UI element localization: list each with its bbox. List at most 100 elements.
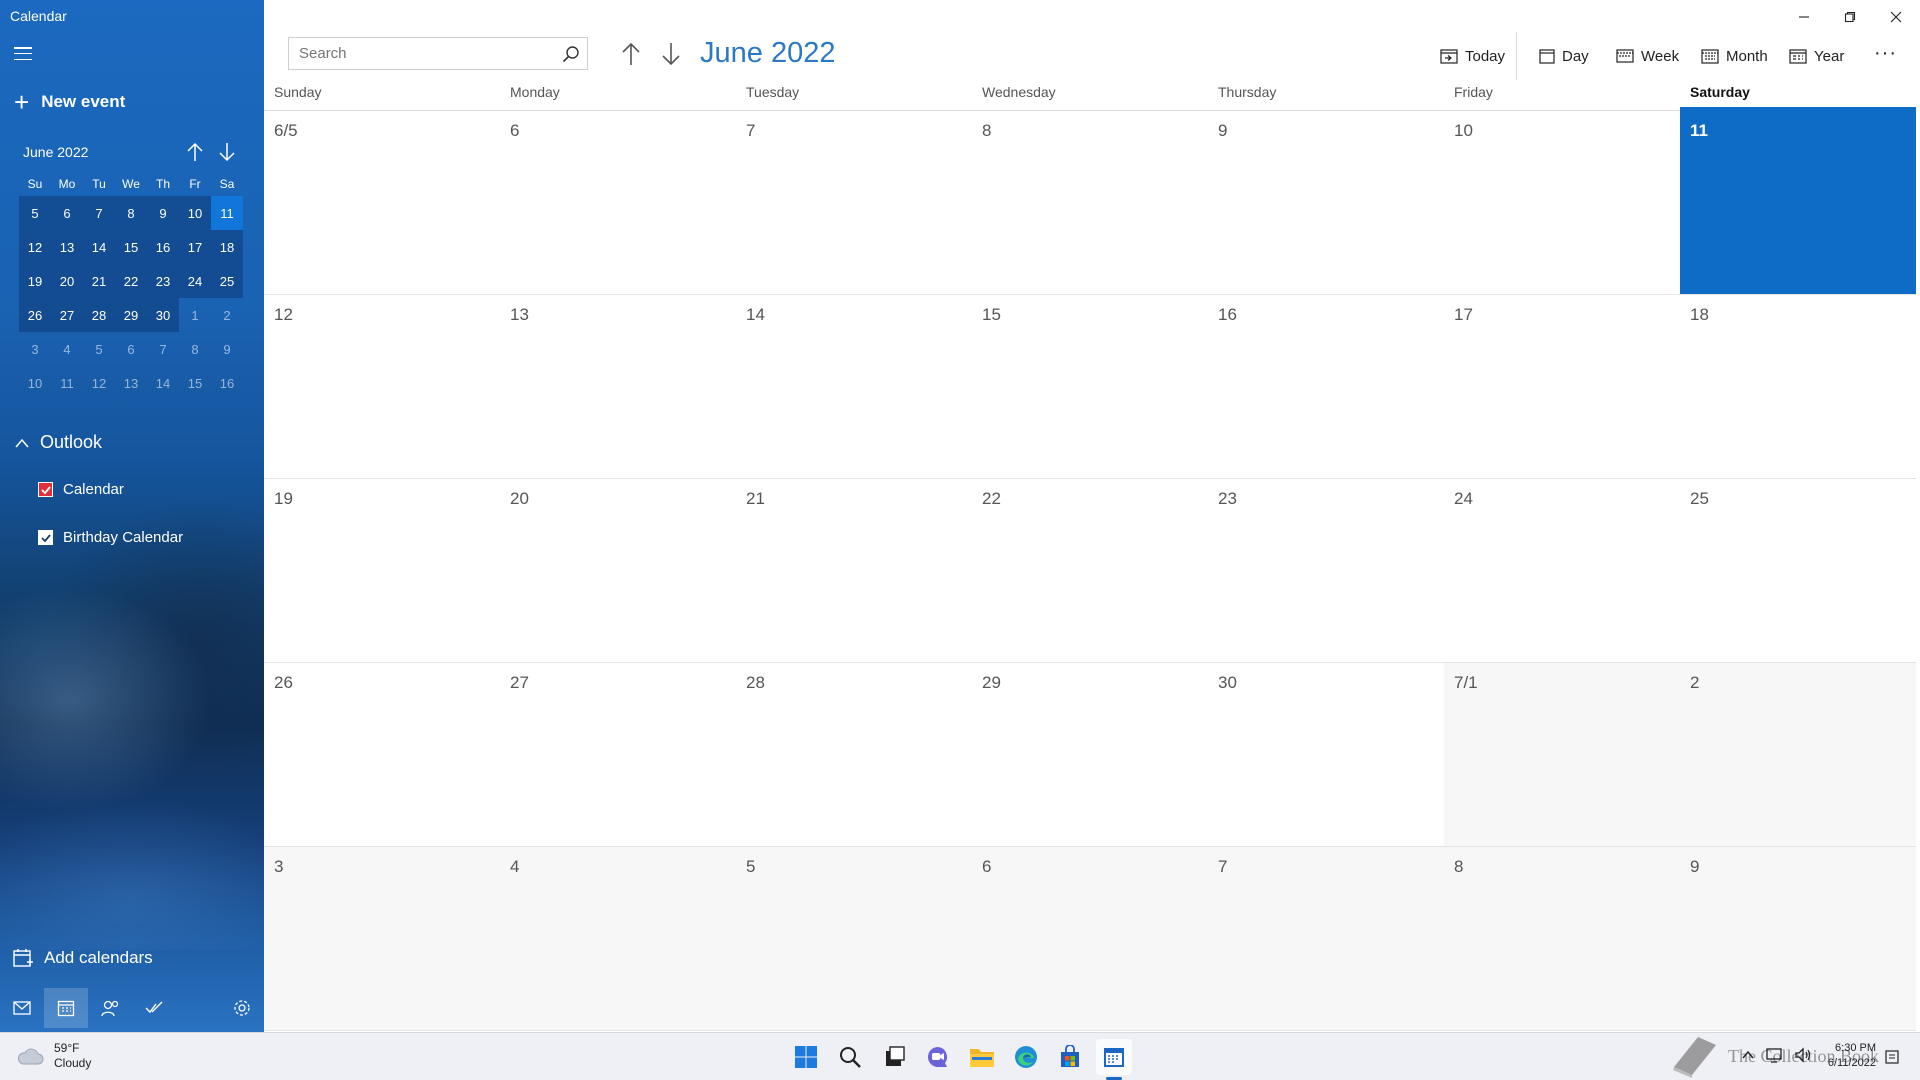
previous-month-button[interactable]	[618, 40, 644, 68]
mini-day[interactable]: 29	[115, 298, 147, 332]
day-cell[interactable]: 6	[500, 111, 736, 295]
calendar-button[interactable]	[44, 988, 88, 1028]
file-explorer-button[interactable]	[964, 1039, 1000, 1075]
close-button[interactable]	[1873, 4, 1919, 30]
minimize-button[interactable]	[1781, 4, 1827, 30]
calendar-checkbox[interactable]	[38, 482, 53, 497]
day-cell[interactable]: 7	[736, 111, 972, 295]
outlook-account-toggle[interactable]: Outlook	[14, 432, 102, 453]
mini-day[interactable]: 14	[83, 230, 115, 264]
day-cell[interactable]: 6	[972, 847, 1208, 1031]
new-event-button[interactable]: + New event	[14, 89, 125, 115]
mini-day[interactable]: 13	[115, 366, 147, 400]
weather-widget[interactable]: 59°F Cloudy	[16, 1041, 91, 1071]
day-cell[interactable]: 5	[736, 847, 972, 1031]
day-cell[interactable]: 30	[1208, 663, 1444, 847]
calendar-toggle-calendar[interactable]: Calendar	[38, 481, 124, 498]
mini-day[interactable]: 1	[179, 298, 211, 332]
day-cell[interactable]: 9	[1680, 847, 1916, 1031]
mini-day[interactable]: 12	[19, 230, 51, 264]
mini-calendar-month-label[interactable]: June 2022	[23, 144, 88, 160]
mini-day[interactable]: 11	[51, 366, 83, 400]
todo-button[interactable]	[132, 988, 176, 1028]
month-title[interactable]: June 2022	[700, 37, 835, 70]
year-view-button[interactable]: Year	[1789, 44, 1844, 68]
mini-day[interactable]: 5	[83, 332, 115, 366]
mini-day[interactable]: 15	[115, 230, 147, 264]
day-cell[interactable]: 25	[1680, 479, 1916, 663]
store-button[interactable]	[1052, 1039, 1088, 1075]
mini-day[interactable]: 13	[51, 230, 83, 264]
mini-day[interactable]: 8	[179, 332, 211, 366]
mini-next-arrow-icon[interactable]	[217, 141, 237, 163]
day-cell[interactable]: 29	[972, 663, 1208, 847]
birthday-calendar-checkbox[interactable]	[38, 530, 53, 545]
search-icon[interactable]	[555, 38, 587, 69]
notification-icon[interactable]	[1884, 1049, 1900, 1065]
mini-day[interactable]: 7	[147, 332, 179, 366]
week-view-button[interactable]: Week	[1616, 44, 1679, 68]
mini-day[interactable]: 12	[83, 366, 115, 400]
chevron-up-icon[interactable]	[1740, 1047, 1756, 1063]
mini-day[interactable]: 19	[19, 264, 51, 298]
mini-day[interactable]: 30	[147, 298, 179, 332]
month-view-button[interactable]: Month	[1701, 44, 1768, 68]
day-cell[interactable]: 18	[1680, 295, 1916, 479]
day-cell[interactable]: 4	[500, 847, 736, 1031]
mini-day[interactable]: 9	[147, 196, 179, 230]
day-cell[interactable]: 14	[736, 295, 972, 479]
mini-day[interactable]: 8	[115, 196, 147, 230]
day-cell[interactable]: 7/1	[1444, 663, 1680, 847]
mini-day[interactable]: 16	[211, 366, 243, 400]
mini-day[interactable]: 27	[51, 298, 83, 332]
mini-day[interactable]: 15	[179, 366, 211, 400]
taskbar-search-button[interactable]	[832, 1039, 868, 1075]
day-cell[interactable]: 15	[972, 295, 1208, 479]
mini-day[interactable]: 7	[83, 196, 115, 230]
calendar-app-button[interactable]	[1096, 1039, 1132, 1075]
day-cell[interactable]: 7	[1208, 847, 1444, 1031]
more-options-button[interactable]: ···	[1874, 42, 1897, 65]
edge-browser-button[interactable]	[1008, 1039, 1044, 1075]
day-view-button[interactable]: Day	[1539, 44, 1589, 68]
start-button[interactable]	[788, 1039, 824, 1075]
mini-day[interactable]: 14	[147, 366, 179, 400]
mini-day[interactable]: 22	[115, 264, 147, 298]
mini-day[interactable]: 3	[19, 332, 51, 366]
day-cell[interactable]: 8	[972, 111, 1208, 295]
day-cell[interactable]: 9	[1208, 111, 1444, 295]
day-cell[interactable]: 3	[264, 847, 500, 1031]
calendar-toggle-birthday[interactable]: Birthday Calendar	[38, 529, 183, 546]
mini-day[interactable]: 25	[211, 264, 243, 298]
day-cell[interactable]: 10	[1444, 111, 1680, 295]
day-cell[interactable]: 27	[500, 663, 736, 847]
day-cell[interactable]: 12	[264, 295, 500, 479]
day-cell[interactable]: 16	[1208, 295, 1444, 479]
search-input[interactable]	[289, 38, 555, 69]
mail-button[interactable]	[0, 988, 44, 1028]
mini-day[interactable]: 26	[19, 298, 51, 332]
mini-day[interactable]: 2	[211, 298, 243, 332]
hamburger-menu-icon[interactable]	[14, 47, 32, 60]
day-cell[interactable]: 17	[1444, 295, 1680, 479]
mini-day[interactable]: 6	[115, 332, 147, 366]
day-cell[interactable]: 22	[972, 479, 1208, 663]
mini-day[interactable]: 20	[51, 264, 83, 298]
mini-day[interactable]: 4	[51, 332, 83, 366]
day-cell-today[interactable]: 11	[1680, 107, 1916, 295]
mini-day[interactable]: 24	[179, 264, 211, 298]
mini-day[interactable]: 6	[51, 196, 83, 230]
day-cell[interactable]: 13	[500, 295, 736, 479]
mini-day[interactable]: 21	[83, 264, 115, 298]
day-cell[interactable]: 20	[500, 479, 736, 663]
day-cell[interactable]: 8	[1444, 847, 1680, 1031]
mini-day[interactable]: 5	[19, 196, 51, 230]
restore-button[interactable]	[1827, 4, 1873, 30]
mini-day[interactable]: 28	[83, 298, 115, 332]
today-button[interactable]: Today	[1440, 44, 1505, 68]
day-cell[interactable]: 19	[264, 479, 500, 663]
mini-day[interactable]: 17	[179, 230, 211, 264]
task-view-button[interactable]	[876, 1039, 912, 1075]
mini-prev-arrow-icon[interactable]	[185, 141, 205, 163]
day-cell[interactable]: 23	[1208, 479, 1444, 663]
